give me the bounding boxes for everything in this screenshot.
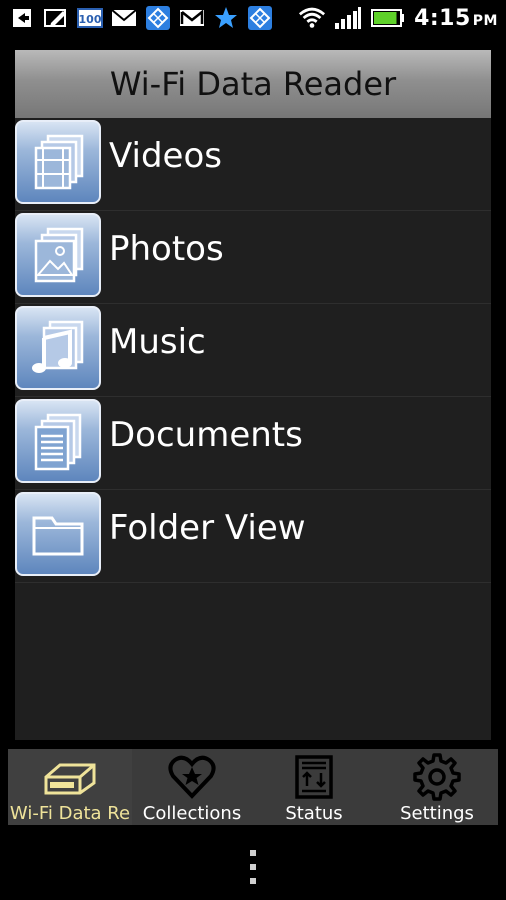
list-item-label: Photos	[109, 229, 224, 269]
drive-icon	[42, 753, 98, 801]
clock-ampm: PM	[472, 12, 498, 29]
tab-collections[interactable]: Collections	[132, 749, 252, 825]
list-item-folder-view[interactable]: Folder View	[15, 490, 491, 583]
app-icon	[144, 4, 172, 32]
tab-wifi-data-reader[interactable]: Wi-Fi Data Re	[8, 749, 132, 825]
main-panel: Wi-Fi Data Reader Videos Photos Music Do…	[15, 50, 491, 740]
tab-label: Settings	[400, 803, 474, 824]
star-icon	[212, 4, 240, 32]
signal-icon	[334, 4, 362, 32]
status-icon	[291, 753, 337, 801]
menu-dot	[250, 850, 256, 856]
photos-icon	[15, 213, 101, 297]
page-title: Wi-Fi Data Reader	[109, 65, 397, 103]
system-icons: 4:15 PM	[298, 4, 498, 32]
menu-dot	[250, 864, 256, 870]
tab-label: Collections	[142, 803, 242, 824]
list-item-label: Folder View	[109, 508, 306, 548]
gear-icon	[412, 753, 462, 801]
gmail-icon	[178, 4, 206, 32]
tab-settings[interactable]: Settings	[376, 749, 498, 825]
folder-icon	[15, 492, 101, 576]
battery-icon	[370, 4, 406, 32]
wifi-icon	[298, 4, 326, 32]
clock-time: 4:15	[414, 5, 471, 31]
list-item-videos[interactable]: Videos	[15, 118, 491, 211]
documents-icon	[15, 399, 101, 483]
menu-dot	[250, 878, 256, 884]
mail-icon	[110, 4, 138, 32]
list-item-label: Videos	[109, 136, 222, 176]
edit-icon	[42, 4, 70, 32]
status-bar: 100 4:15 PM	[0, 0, 506, 36]
clock: 4:15 PM	[414, 6, 498, 31]
list-item-documents[interactable]: Documents	[15, 397, 491, 490]
back-arrow-icon	[8, 4, 36, 32]
notification-icons: 100	[8, 4, 274, 32]
svg-text:100: 100	[79, 13, 102, 26]
music-icon	[15, 306, 101, 390]
tab-status[interactable]: Status	[252, 749, 376, 825]
list-item-label: Music	[109, 322, 206, 362]
bottom-tab-bar: Wi-Fi Data Re Collections Status Setting…	[8, 749, 498, 825]
title-bar: Wi-Fi Data Reader	[15, 50, 491, 118]
list-item-music[interactable]: Music	[15, 304, 491, 397]
overflow-menu-button[interactable]	[248, 850, 258, 884]
list-item-label: Documents	[109, 415, 303, 455]
videos-icon	[15, 120, 101, 204]
category-list: Videos Photos Music Documents Folder Vie…	[15, 118, 491, 583]
tab-label: Wi-Fi Data Re	[9, 803, 131, 824]
heart-star-icon	[167, 753, 217, 801]
app-icon	[246, 4, 274, 32]
100-badge-icon: 100	[76, 4, 104, 32]
tab-label: Status	[285, 803, 343, 824]
list-item-photos[interactable]: Photos	[15, 211, 491, 304]
